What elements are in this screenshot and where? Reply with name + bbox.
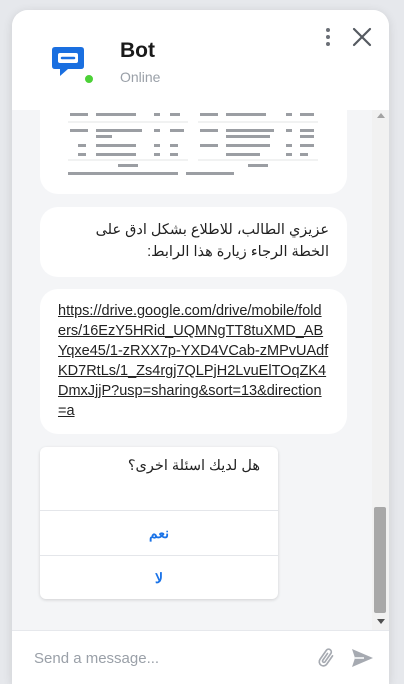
dot-icon bbox=[326, 42, 330, 46]
chat-bubble-icon bbox=[52, 47, 84, 76]
dot-icon bbox=[326, 35, 330, 39]
bot-name: Bot bbox=[120, 39, 155, 62]
scrollbar-thumb[interactable] bbox=[374, 507, 386, 613]
dot-icon bbox=[326, 28, 330, 32]
no-button[interactable]: لا bbox=[40, 555, 278, 599]
message-input[interactable] bbox=[22, 641, 312, 675]
drive-link[interactable]: https://drive.google.com/drive/mobile/fo… bbox=[58, 303, 328, 419]
message-composer bbox=[12, 630, 389, 684]
scroll-down-arrow-icon[interactable] bbox=[377, 619, 385, 624]
study-plan-table-image bbox=[68, 110, 320, 180]
scrollbar[interactable] bbox=[372, 110, 389, 630]
more-options-button[interactable] bbox=[319, 26, 337, 48]
online-status-dot bbox=[83, 73, 95, 85]
scroll-up-arrow-icon[interactable] bbox=[377, 113, 385, 118]
card-question: هل لديك اسئلة اخرى؟ bbox=[127, 458, 260, 474]
paperclip-icon[interactable] bbox=[315, 647, 337, 669]
bot-message-text: عزيزي الطالب، للاطلاع بشكل ادق على الخطة… bbox=[40, 207, 347, 277]
chat-header: Bot Online bbox=[12, 10, 389, 110]
bot-message-link: https://drive.google.com/drive/mobile/fo… bbox=[40, 289, 347, 434]
quick-reply-card: هل لديك اسئلة اخرى؟ نعم لا bbox=[40, 447, 278, 599]
close-icon[interactable] bbox=[350, 25, 374, 49]
chat-widget: Bot Online عزيزي الطالب، للاطلاع بشكل اد… bbox=[12, 10, 389, 684]
send-icon[interactable] bbox=[350, 647, 374, 669]
message-list: عزيزي الطالب، للاطلاع بشكل ادق على الخطة… bbox=[12, 110, 389, 630]
image-message[interactable] bbox=[40, 110, 347, 194]
yes-button[interactable]: نعم bbox=[40, 510, 278, 555]
bot-status: Online bbox=[120, 69, 161, 85]
